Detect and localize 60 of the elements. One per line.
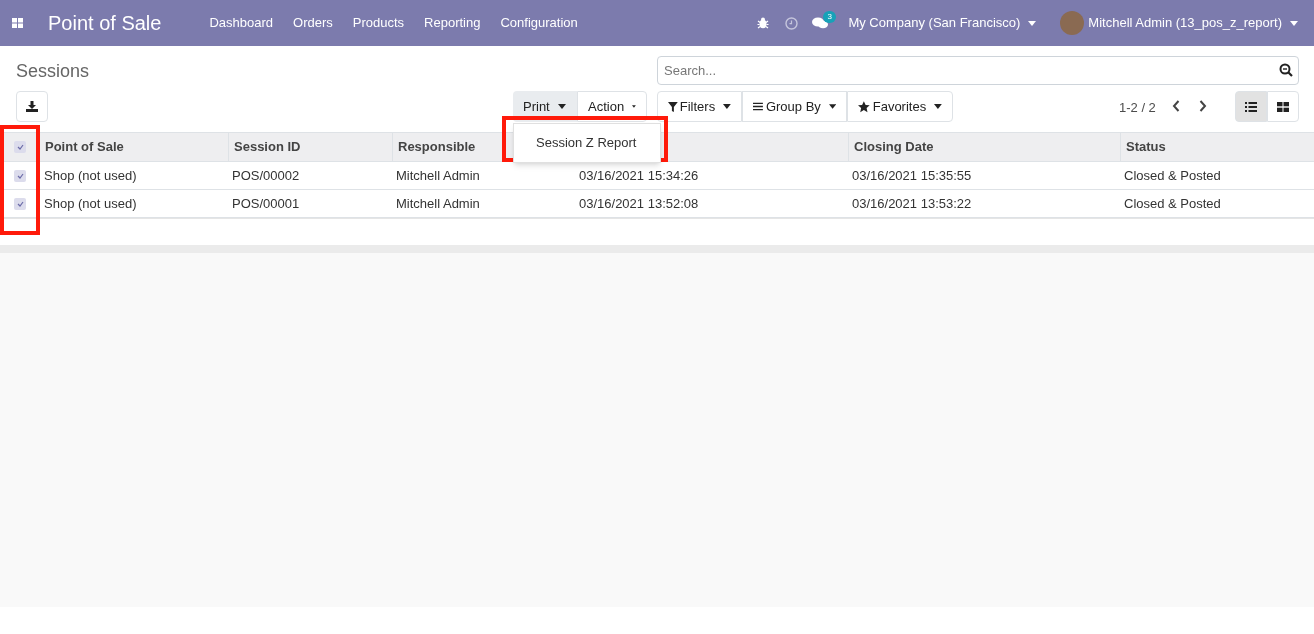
table-cell-text: Closed & Posted: [1124, 166, 1221, 185]
next-page-icon[interactable]: [1199, 100, 1207, 112]
favorites-button[interactable]: Favorites: [847, 91, 953, 122]
app-title: Point of Sale: [48, 11, 162, 36]
checkbox[interactable]: [14, 169, 26, 182]
caret-icon: [1290, 20, 1298, 26]
search-icon[interactable]: [1279, 63, 1293, 77]
breadcrumb: Sessions: [16, 60, 90, 83]
company-switcher[interactable]: My Company (San Francisco): [848, 13, 1037, 33]
filters-button[interactable]: Filters: [657, 91, 742, 122]
pager-value: 1-2 / 2: [1119, 99, 1156, 117]
table-cell-text: Mitchell Admin: [396, 194, 480, 213]
download-button[interactable]: [16, 91, 48, 122]
table-cell-text: 03/16/2021 13:52:08: [579, 194, 699, 213]
caret-icon: [557, 104, 566, 109]
menu-item[interactable]: Reporting: [414, 13, 491, 33]
download-icon: [26, 101, 38, 112]
menu-item[interactable]: Products: [342, 13, 415, 33]
kanban-view-button[interactable]: [1267, 91, 1299, 122]
star-icon: [858, 100, 870, 113]
caret-icon: [828, 104, 836, 109]
table-cell-text: 03/16/2021 15:35:55: [852, 166, 972, 185]
search-field[interactable]: Search...: [657, 56, 1299, 85]
caret-icon: [934, 104, 942, 109]
list-icon: [753, 102, 763, 111]
avatar: [1060, 11, 1085, 35]
action-button[interactable]: Action: [577, 91, 647, 122]
table-cell-text: 03/16/2021 13:53:22: [852, 194, 972, 213]
table-cell-text: Closed & Posted: [1124, 194, 1221, 213]
menu-item[interactable]: Session Z Report: [514, 128, 660, 158]
user-menu[interactable]: Mitchell Admin (13_pos_z_report): [1088, 13, 1298, 33]
column-header[interactable]: Session ID: [234, 137, 301, 157]
table-cell-text: 03/16/2021 15:34:26: [579, 166, 699, 185]
column-header[interactable]: Closing Date: [854, 137, 934, 157]
table-cell-text: POS/00002: [232, 166, 300, 185]
column-header[interactable]: Responsible: [398, 137, 476, 157]
table-cell-text: Shop (not used): [44, 194, 137, 213]
table-cell-text: Mitchell Admin: [396, 166, 480, 185]
column-header[interactable]: Status: [1126, 137, 1166, 157]
clock-icon[interactable]: [785, 16, 799, 30]
apps-menu-icon[interactable]: [12, 17, 24, 29]
caret-icon: [632, 104, 636, 109]
list-view-button[interactable]: [1235, 91, 1267, 122]
group-by-button[interactable]: Group By: [742, 91, 847, 122]
menu-item[interactable]: Configuration: [490, 13, 588, 33]
column-header[interactable]: Point of Sale: [45, 137, 124, 157]
checkbox[interactable]: [14, 141, 26, 153]
caret-icon: [723, 104, 731, 109]
caret-icon: [1028, 20, 1037, 26]
bug-icon[interactable]: [757, 17, 770, 29]
checkbox[interactable]: [14, 197, 26, 210]
menu-item[interactable]: Orders: [283, 13, 343, 33]
list-icon: [1245, 101, 1257, 112]
table-cell-text: POS/00001: [232, 194, 300, 213]
previous-page-icon[interactable]: [1172, 100, 1180, 112]
message-count-badge: 3: [823, 11, 836, 23]
table-cell-text: Shop (not used): [44, 166, 137, 185]
menu-item[interactable]: Dashboard: [199, 13, 284, 33]
filter-icon: [668, 101, 678, 112]
grid-icon: [1277, 101, 1289, 112]
